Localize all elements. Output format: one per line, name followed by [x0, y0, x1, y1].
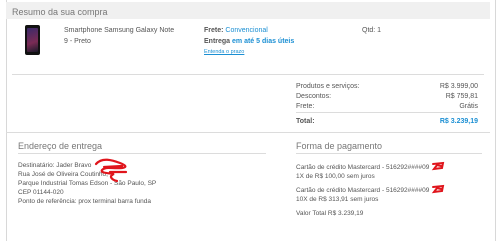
delivery-zip: CEP 01144-020	[18, 189, 64, 196]
product-image	[25, 25, 40, 55]
payment-total: Valor Total R$ 3.239,19	[296, 210, 364, 217]
section-divider	[6, 132, 490, 133]
shipping-method: Frete: Convencional	[204, 26, 268, 35]
products-label: Produtos e serviços:	[296, 83, 360, 90]
product-quantity: Qtd: 1	[362, 27, 382, 34]
payment-card-1-installments: 1X de R$ 100,00 sem juros	[296, 173, 375, 180]
shipping-value: Convencional	[225, 27, 268, 34]
discounts-label: Descontos:	[296, 93, 332, 100]
shipping-label: Frete:	[204, 27, 224, 34]
redaction-scribble-card-1	[431, 161, 445, 171]
payment-card-1: Cartão de crédito Mastercard - 516292###…	[296, 164, 430, 171]
delivery-deadline-link[interactable]: Entenda o prazo	[204, 48, 244, 57]
delivery-reference: Ponto de referência: prox terminal barra…	[18, 198, 151, 205]
payment-title: Forma de pagamento	[296, 141, 383, 151]
delivery-district: Parque Industrial Tomas Edson - São Paul…	[18, 180, 157, 187]
product-name-line1: Smartphone Samsung Galaxy Note	[64, 27, 175, 34]
delivery-estimate: Entrega em até 5 dias úteis	[204, 37, 294, 46]
totals-divider	[296, 112, 478, 113]
payment-card-2-installments: 10X de R$ 313,91 sem juros	[296, 196, 379, 203]
total-label: Total:	[296, 118, 315, 125]
redaction-scribble-card-2	[431, 184, 445, 194]
payment-card-2: Cartão de crédito Mastercard - 516292###…	[296, 187, 430, 194]
delivery-title: Endereço de entrega	[18, 141, 103, 151]
summary-title: Resumo da sua compra	[12, 7, 108, 17]
freight-label: Frete:	[296, 103, 315, 110]
discounts-value: R$ 759,81	[445, 93, 478, 100]
payment-title-underline	[296, 153, 482, 154]
freight-value: Grátis	[459, 103, 478, 110]
delivery-recipient: Destinatário: Jader Bravo	[18, 162, 92, 169]
products-value: R$ 3.999,00	[439, 83, 478, 90]
summary-header: Resumo da sua compra	[6, 2, 490, 19]
delivery-title-underline	[18, 153, 266, 154]
delivery-value: em até 5 dias úteis	[232, 38, 295, 45]
redaction-scribble	[94, 158, 128, 183]
total-value: R$ 3.239,19	[439, 118, 478, 125]
divider	[12, 74, 484, 75]
product-name-line2: 9 - Preto	[64, 38, 91, 45]
delivery-label: Entrega	[204, 38, 231, 45]
